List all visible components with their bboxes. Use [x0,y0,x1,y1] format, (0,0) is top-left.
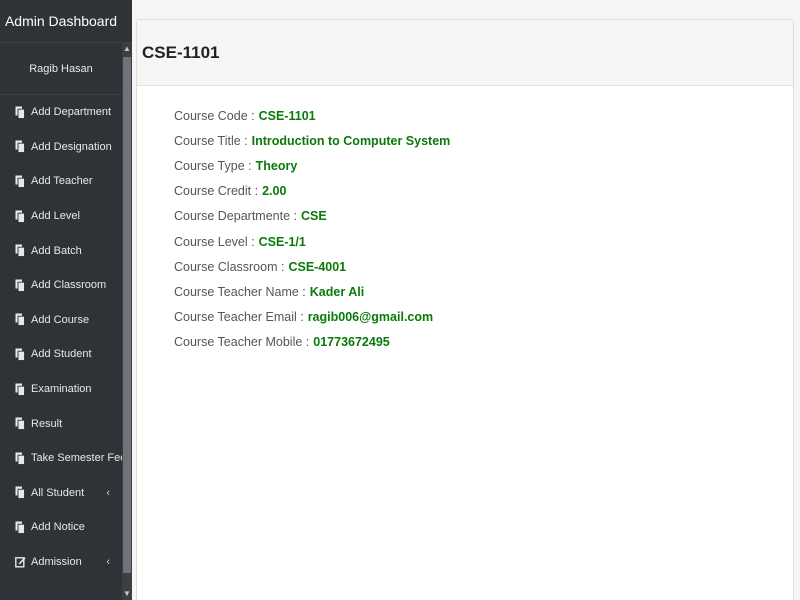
sidebar-item-take-semester-fees[interactable]: Take Semester Fees [0,441,132,476]
copy-icon [15,175,25,188]
sidebar-item-add-course[interactable]: Add Course [0,303,122,338]
sidebar-item-examination[interactable]: Examination [0,372,122,407]
scroll-up-arrow-icon[interactable]: ▲ [122,43,132,55]
user-name: Ragib Hasan [0,43,122,95]
sidebar: Admin Dashboard Ragib Hasan Add Departme… [0,0,132,600]
copy-icon [15,486,25,500]
detail-value: CSE [300,209,327,224]
sidebar-item-admission[interactable]: Admission ‹ [0,545,122,580]
detail-value: CSE-1/1 [258,234,306,249]
detail-value: CSE-4001 [288,259,347,274]
detail-label: Course Teacher Mobile : [174,335,310,350]
detail-label: Course Level : [174,234,255,249]
sidebar-item-label: Add Student [31,348,92,361]
detail-row: Course Level : CSE-1/1 [174,229,793,254]
copy-icon [15,383,25,396]
sidebar-title[interactable]: Admin Dashboard [0,0,132,43]
copy-icon [15,210,25,223]
sidebar-item-label: Add Teacher [31,175,93,188]
sidebar-item-label: Take Semester Fees [31,452,132,465]
edit-icon [15,556,26,569]
sidebar-menu: Ragib Hasan Add Department Add Designatio… [0,43,132,600]
sidebar-item-label: Add Course [31,313,90,326]
sidebar-item-label: All Student [31,486,85,499]
copy-icon [15,417,25,431]
detail-row: Course Classroom : CSE-4001 [174,254,793,279]
detail-row: Course Title : Introduction to Computer S… [174,128,793,153]
detail-row: Course Departmente : CSE [174,204,793,229]
copy-icon [15,313,25,327]
sidebar-scrollbar[interactable]: ▲ ▼ [122,43,132,600]
sidebar-item-all-student[interactable]: All Student ‹ [0,476,122,511]
detail-label: Course Type : [174,158,252,173]
copy-icon [15,279,25,292]
sidebar-item-add-department[interactable]: Add Department [0,95,122,130]
scroll-thumb[interactable] [123,57,131,573]
detail-label: Course Teacher Email : [174,310,304,325]
sidebar-item-label: Add Department [31,106,112,119]
sidebar-item-label: Add Batch [31,244,82,257]
sidebar-item-label: Result [31,417,63,430]
sidebar-item-add-level[interactable]: Add Level [0,199,122,234]
sidebar-item-label: Add Notice [31,521,85,534]
page-title: CSE-1101 [137,20,793,86]
detail-row: Course Teacher Mobile :01773672495 [174,330,793,355]
detail-row: Course Code : CSE-1101 [174,103,793,128]
detail-label: Course Title : [174,133,248,148]
detail-row: Course Credit :2.00 [174,179,793,204]
sidebar-item-add-student[interactable]: Add Student [0,337,122,372]
detail-label: Course Teacher Name : [174,284,306,299]
sidebar-item-add-designation[interactable]: Add Designation [0,130,122,165]
detail-row: Course Teacher Name : Kader Ali [174,279,793,304]
sidebar-item-add-batch[interactable]: Add Batch [0,233,122,268]
detail-row: Course Type : Theory [174,153,793,178]
copy-icon [15,106,25,119]
sidebar-item-label: Admission [31,556,82,569]
sidebar-item-add-classroom[interactable]: Add Classroom [0,268,122,303]
scroll-down-arrow-icon[interactable]: ▼ [122,588,132,600]
detail-value: ragib006@gmail.com [307,310,434,325]
course-details: Course Code : CSE-1101 Course Title : Intro… [137,86,793,355]
detail-value: CSE-1101 [258,108,316,123]
detail-value: Introduction to Computer System [251,133,451,148]
copy-icon [15,452,25,465]
chevron-left-icon[interactable]: ‹ [106,556,110,568]
sidebar-item-label: Add Designation [31,140,112,153]
sidebar-item-add-notice[interactable]: Add Notice [0,510,122,545]
menu-list: Add Department Add Designation Add Teacher… [0,95,132,580]
detail-label: Course Code : [174,108,255,123]
detail-label: Course Departmente : [174,209,297,224]
detail-label: Course Classroom : [174,259,285,274]
detail-value: 2.00 [262,184,287,199]
copy-icon [15,140,25,154]
sidebar-item-label: Examination [31,383,92,396]
sidebar-item-label: Add Classroom [31,279,107,292]
copy-icon [15,244,25,258]
chevron-left-icon[interactable]: ‹ [106,487,110,499]
sidebar-item-add-teacher[interactable]: Add Teacher [0,164,122,199]
detail-value: Kader Ali [309,284,365,299]
detail-label: Course Credit : [174,184,259,199]
copy-icon [15,348,25,361]
detail-value: Theory [255,158,298,173]
copy-icon [15,521,25,534]
sidebar-item-result[interactable]: Result [0,406,122,441]
sidebar-item-label: Add Level [31,210,80,223]
detail-row: Course Teacher Email : ragib006@gmail.com [174,305,793,330]
detail-value: 01773672495 [313,335,390,350]
course-detail-panel: CSE-1101 Course Code : CSE-1101 Course Tit… [136,19,794,600]
